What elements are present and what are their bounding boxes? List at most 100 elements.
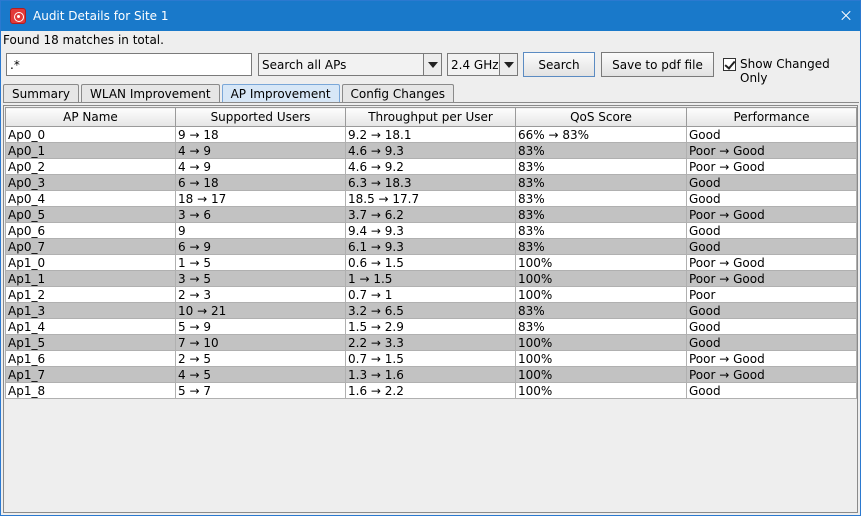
table-row[interactable]: Ap1_4 5 → 9 1.5 → 2.9 83% Good bbox=[5, 318, 857, 335]
table-cell: 2 → 3 bbox=[175, 286, 346, 303]
table-cell: 83% bbox=[515, 142, 687, 159]
table-cell: 3.7 → 6.2 bbox=[345, 206, 516, 223]
table-cell: 2.2 → 3.3 bbox=[345, 334, 516, 351]
table-row[interactable]: Ap0_5 3 → 6 3.7 → 6.2 83% Poor → Good bbox=[5, 206, 857, 223]
table-header-row: AP Name Supported Users Throughput per U… bbox=[5, 107, 857, 127]
table-cell: 1.3 → 1.6 bbox=[345, 366, 516, 383]
table-row[interactable]: Ap0_6 9 9.4 → 9.3 83% Good bbox=[5, 222, 857, 239]
table-cell: 83% bbox=[515, 318, 687, 335]
table-row[interactable]: Ap1_3 10 → 21 3.2 → 6.5 83% Good bbox=[5, 302, 857, 319]
table-cell: 1.5 → 2.9 bbox=[345, 318, 516, 335]
ap-filter-dropdown[interactable]: Search all APs bbox=[258, 53, 442, 76]
table-body: Ap0_0 9 → 18 9.2 → 18.1 66% → 83% Good Ap0_1 4… bbox=[5, 126, 857, 399]
table-row[interactable]: Ap1_1 3 → 51 → 1.5 100% Poor → Good bbox=[5, 270, 857, 287]
search-input[interactable] bbox=[6, 53, 252, 76]
table-cell: 100% bbox=[515, 270, 687, 287]
table-cell: 1 → 1.5 bbox=[345, 270, 516, 287]
table-cell: Ap0_2 bbox=[5, 158, 176, 175]
table-cell: Ap1_1 bbox=[5, 270, 176, 287]
table-cell: 0.7 → 1 bbox=[345, 286, 516, 303]
chevron-down-icon[interactable] bbox=[423, 54, 441, 75]
band-value: 2.4 GHz bbox=[451, 57, 499, 72]
show-changed-checkbox[interactable] bbox=[723, 58, 736, 71]
table-cell: 100% bbox=[515, 382, 687, 399]
table-cell: 6.3 → 18.3 bbox=[345, 174, 516, 191]
save-pdf-button[interactable]: Save to pdf file bbox=[601, 52, 714, 77]
table-cell: Ap1_4 bbox=[5, 318, 176, 335]
table-row[interactable]: Ap0_1 4 → 9 4.6 → 9.3 83% Poor → Good bbox=[5, 142, 857, 159]
table-cell: 9 → 18 bbox=[175, 126, 346, 143]
table-row[interactable]: Ap0_3 6 → 18 6.3 → 18.3 83% Good bbox=[5, 174, 857, 191]
column-header-performance[interactable]: Performance bbox=[686, 107, 857, 127]
column-header-throughput[interactable]: Throughput per User bbox=[345, 107, 516, 127]
table-row[interactable]: Ap0_7 6 → 9 6.1 → 9.3 83% Good bbox=[5, 238, 857, 255]
table-row[interactable]: Ap0_4 18 → 17 18.5 → 17.7 83% Good bbox=[5, 190, 857, 207]
table-cell: Good bbox=[686, 222, 857, 239]
title-bar[interactable]: Audit Details for Site 1 bbox=[1, 1, 860, 31]
table-cell: Good bbox=[686, 190, 857, 207]
table-cell: 9.2 → 18.1 bbox=[345, 126, 516, 143]
tab-ap-improvement[interactable]: AP Improvement bbox=[221, 84, 340, 103]
table-cell: 5 → 9 bbox=[175, 318, 346, 335]
table-cell: 83% bbox=[515, 238, 687, 255]
table-cell: Ap0_7 bbox=[5, 238, 176, 255]
table-cell: Ap1_2 bbox=[5, 286, 176, 303]
table-row[interactable]: Ap1_7 4 → 5 1.3 → 1.6 100% Poor → Good bbox=[5, 366, 857, 383]
table-row[interactable]: Ap1_0 1 → 5 0.6 → 1.5 100% Poor → Good bbox=[5, 254, 857, 271]
table-cell: Ap0_3 bbox=[5, 174, 176, 191]
table-cell: Ap0_4 bbox=[5, 190, 176, 207]
search-button[interactable]: Search bbox=[523, 52, 595, 77]
table-row[interactable]: Ap1_5 7 → 10 2.2 → 3.3 100% Good bbox=[5, 334, 857, 351]
ap-improvement-table-panel[interactable]: AP Name Supported Users Throughput per U… bbox=[3, 105, 858, 513]
window-title: Audit Details for Site 1 bbox=[33, 9, 169, 23]
audit-details-window: Audit Details for Site 1 Found 18 matche… bbox=[0, 0, 861, 516]
table-cell: Ap0_6 bbox=[5, 222, 176, 239]
tab-config-changes[interactable]: Config Changes bbox=[341, 84, 455, 103]
table-row[interactable]: Ap0_2 4 → 9 4.6 → 9.2 83% Poor → Good bbox=[5, 158, 857, 175]
table-cell: 4.6 → 9.3 bbox=[345, 142, 516, 159]
table-row[interactable]: Ap1_2 2 → 3 0.7 → 1 100% Poor bbox=[5, 286, 857, 303]
table-cell: Good bbox=[686, 334, 857, 351]
table-cell: Good bbox=[686, 318, 857, 335]
table-cell: Poor → Good bbox=[686, 270, 857, 287]
table-cell: Ap1_7 bbox=[5, 366, 176, 383]
table-row[interactable]: Ap1_6 2 → 5 0.7 → 1.5 100% Poor → Good bbox=[5, 350, 857, 367]
table-cell: 5 → 7 bbox=[175, 382, 346, 399]
table-cell: Poor → Good bbox=[686, 142, 857, 159]
table-cell: 83% bbox=[515, 190, 687, 207]
table-cell: 100% bbox=[515, 286, 687, 303]
show-changed-label[interactable]: Show Changed Only bbox=[740, 57, 860, 85]
ap-filter-value: Search all APs bbox=[262, 57, 347, 72]
table-cell: Ap1_5 bbox=[5, 334, 176, 351]
column-header-qos-score[interactable]: QoS Score bbox=[515, 107, 687, 127]
table-cell: 9.4 → 9.3 bbox=[345, 222, 516, 239]
table-cell: 83% bbox=[515, 158, 687, 175]
ap-improvement-table: AP Name Supported Users Throughput per U… bbox=[5, 107, 857, 399]
table-cell: 1 → 5 bbox=[175, 254, 346, 271]
table-cell: 7 → 10 bbox=[175, 334, 346, 351]
table-cell: 100% bbox=[515, 334, 687, 351]
column-header-ap-name[interactable]: AP Name bbox=[5, 107, 176, 127]
table-cell: Poor → Good bbox=[686, 366, 857, 383]
table-cell: Poor bbox=[686, 286, 857, 303]
table-row[interactable]: Ap1_8 5 → 7 1.6 → 2.2 100% Good bbox=[5, 382, 857, 399]
chevron-down-icon[interactable] bbox=[499, 54, 517, 75]
table-row[interactable]: Ap0_0 9 → 18 9.2 → 18.1 66% → 83% Good bbox=[5, 126, 857, 143]
table-cell: 4 → 9 bbox=[175, 158, 346, 175]
close-icon[interactable] bbox=[830, 1, 860, 31]
column-header-supported-users[interactable]: Supported Users bbox=[175, 107, 346, 127]
table-cell: Good bbox=[686, 302, 857, 319]
table-cell: Ap0_1 bbox=[5, 142, 176, 159]
band-dropdown[interactable]: 2.4 GHz bbox=[447, 53, 518, 76]
table-cell: 6 → 18 bbox=[175, 174, 346, 191]
tab-wlan-improvement[interactable]: WLAN Improvement bbox=[81, 84, 220, 103]
table-cell: 4 → 5 bbox=[175, 366, 346, 383]
table-cell: Good bbox=[686, 238, 857, 255]
table-cell: 3 → 5 bbox=[175, 270, 346, 287]
table-cell: 9 bbox=[175, 222, 346, 239]
table-cell: 83% bbox=[515, 222, 687, 239]
table-cell: 83% bbox=[515, 302, 687, 319]
tab-summary[interactable]: Summary bbox=[3, 84, 79, 103]
table-cell: Ap1_8 bbox=[5, 382, 176, 399]
match-count-label: Found 18 matches in total. bbox=[3, 33, 164, 47]
